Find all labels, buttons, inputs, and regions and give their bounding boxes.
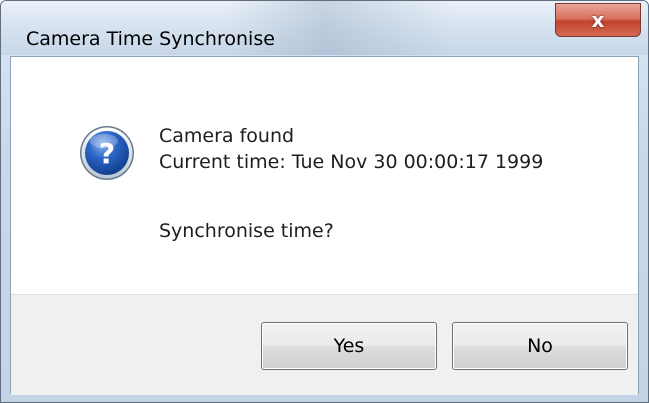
- button-area: Yes No: [11, 294, 638, 395]
- message-line-found: Camera found: [159, 125, 295, 147]
- message-dialog: Camera Time Synchronise x ? Camera found…: [0, 0, 649, 403]
- no-button[interactable]: No: [452, 322, 628, 370]
- message-area: ? Camera found Current time: Tue Nov 30 …: [11, 57, 638, 294]
- svg-text:?: ?: [99, 137, 115, 170]
- yes-button[interactable]: Yes: [261, 322, 437, 370]
- question-text: Synchronise time?: [159, 220, 334, 242]
- window-title: Camera Time Synchronise: [26, 28, 275, 50]
- close-icon: x: [591, 8, 605, 32]
- dialog-body: ? Camera found Current time: Tue Nov 30 …: [10, 56, 639, 395]
- message-text: Camera found Current time: Tue Nov 30 00…: [159, 123, 543, 175]
- question-icon: ?: [80, 126, 134, 180]
- title-bar[interactable]: Camera Time Synchronise x: [1, 1, 648, 55]
- close-button[interactable]: x: [555, 3, 641, 37]
- message-line-current-time: Current time: Tue Nov 30 00:00:17 1999: [159, 151, 544, 173]
